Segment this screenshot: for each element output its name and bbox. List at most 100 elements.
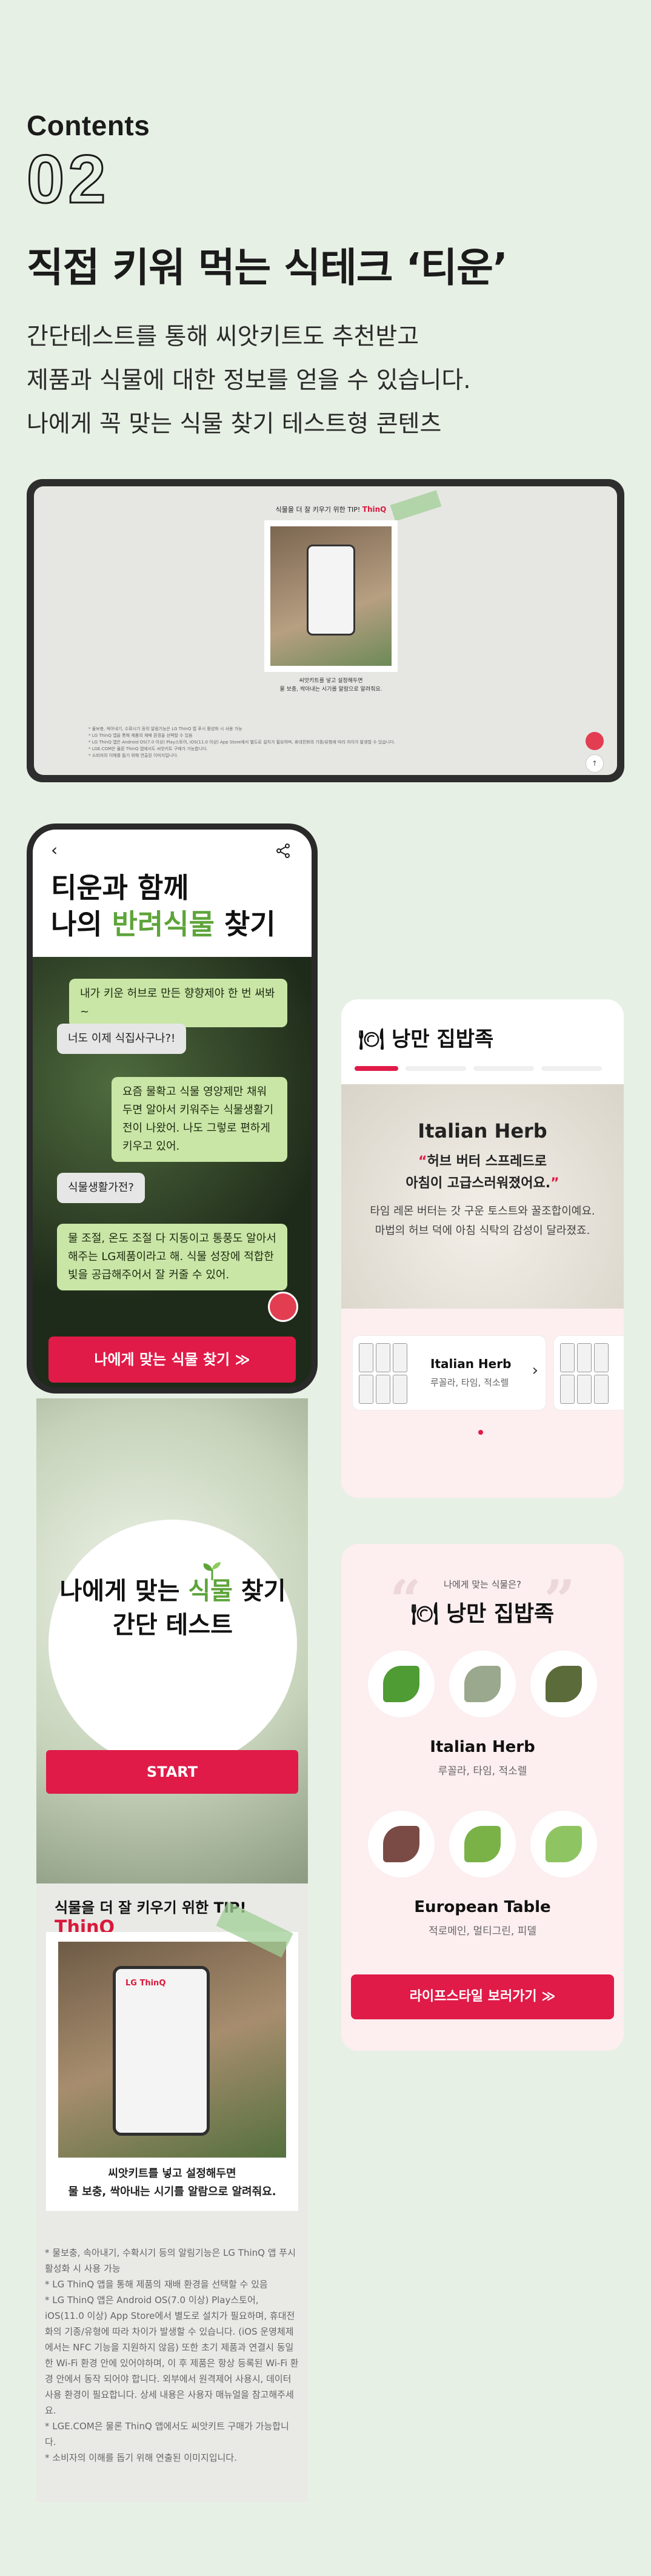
chat-area: 내가 키운 허브로 만든 향향제야 한 번 써봐~ 너도 이제 식집사구나?! … xyxy=(33,957,312,1387)
seed-kit-image xyxy=(577,1343,592,1372)
hand-phone-image: LG ThinQ xyxy=(58,1942,286,2158)
tablet-footnotes: * 물보충, 싹아내기, 수확시기 등의 알림기능은 LG ThinQ 앱 푸시… xyxy=(88,726,561,759)
test-title-line2: 간단 테스트 xyxy=(113,1611,233,1639)
caption-line: 물 보충, 싹아내는 시기를 알람으로 알려줘요. xyxy=(279,686,382,693)
title-part: 찾기 xyxy=(232,1577,286,1605)
phone-header: ‹ 티운과 함께 나의 반려식물 찾기 xyxy=(33,830,312,957)
phone-image: LG ThinQ xyxy=(113,1966,210,2136)
phone-title-line1: 티운과 함께 xyxy=(51,871,189,904)
footnote: * LG ThinQ 앱은 Android OS(7.0 이상) Play스토어… xyxy=(88,740,395,745)
test-circle xyxy=(48,1520,297,1768)
tablet-tip-photo xyxy=(264,520,398,672)
footnote: * LG ThinQ 앱을 통해 제품의 재배 환경을 선택할 수 있음 xyxy=(88,733,193,738)
caption-line: 씨앗키트를 넣고 설정해두면 xyxy=(108,2167,236,2180)
phone-logo: LG ThinQ xyxy=(125,1979,166,1988)
tips-footnotes: * 물보충, 속아내기, 수확시기 등의 알림기능은 LG ThinQ 앱 푸시… xyxy=(45,2245,299,2466)
description-line: 제품과 식물에 대한 정보를 얻을 수 있습니다. xyxy=(27,367,471,394)
group-name: European Table xyxy=(414,1898,551,1916)
caption-line: 물 보충, 싹아내는 시기를 알람으로 알려줘요. xyxy=(68,2185,276,2198)
result-description: 타임 레몬 버터는 갓 구운 토스트와 꿀조합이예요. 마법의 허브 덕에 아침… xyxy=(341,1202,624,1241)
chat-bubble-right: 내가 키운 허브로 만든 향향제야 한 번 써봐~ xyxy=(69,979,287,1027)
share-icon[interactable] xyxy=(275,843,291,859)
chat-bubble-right: 물 조절, 온도 조절 다 지동이고 통풍도 알아서 해주는 LG제품이라고 해… xyxy=(57,1224,287,1290)
footnote: * 소비자의 이해를 돕기 위해 연출된 이미지입니다. xyxy=(45,2452,237,2463)
tablet-tip-title: 식물을 더 잘 키우기 위한 TIP! ThinQ xyxy=(264,505,398,514)
product-card-next[interactable] xyxy=(553,1335,624,1410)
product-card[interactable]: Italian Herb 루꼴라, 타임, 적소렐 › xyxy=(352,1335,546,1410)
footnote: * 소비자의 이해를 돕기 위해 연출된 이미지입니다. xyxy=(88,753,178,758)
test-title: 나에게 맞는 식물 찾기 간단 테스트 xyxy=(48,1574,297,1642)
chat-bubble-left: 식물생활가전? xyxy=(57,1173,145,1203)
section-number: 02 xyxy=(26,141,110,217)
recommend-card: “ ” 나에게 맞는 식물은? 🍽 낭만 집밥족 Italian Herb 루꼴… xyxy=(341,1544,624,2051)
product-name: Italian Herb xyxy=(430,1357,512,1371)
tablet-tip-card: 식물을 더 잘 키우기 위한 TIP! ThinQ 씨앗키트를 넣고 설정해두면… xyxy=(264,505,398,694)
result-header: 🍽 낭만 집밥족 xyxy=(341,999,624,1084)
chat-bubble-right: 요즘 물확고 식물 영양제만 채워두면 알아서 키워주는 식물생활기전이 나왔어… xyxy=(112,1077,287,1162)
footnote: * LG ThinQ 앱은 Android OS(7.0 이상) Play스토어… xyxy=(45,2295,299,2416)
tips-title-text: 식물을 더 잘 키우기 위한 TIP! xyxy=(55,1899,247,1916)
group-name: Italian Herb xyxy=(430,1738,535,1756)
quote-mark: “ xyxy=(418,1154,427,1169)
result-title-text: 낭만 집밥족 xyxy=(392,1027,494,1052)
test-title-line1: 나에게 맞는 식물 찾기 xyxy=(48,1574,297,1608)
phone-screen: ‹ 티운과 함께 나의 반려식물 찾기 내가 키운 허브로 만든 향향제야 한 … xyxy=(33,830,312,1387)
herb-image-multigreen xyxy=(449,1811,516,1877)
title-highlight: 식물 xyxy=(188,1577,233,1605)
phone-image xyxy=(307,545,355,636)
start-button[interactable]: START xyxy=(46,1750,298,1794)
back-arrow-icon[interactable]: ‹ xyxy=(51,842,67,859)
quote-line1: “허브 버터 스프레드로 xyxy=(341,1151,624,1173)
progress-tab xyxy=(406,1066,466,1071)
seed-kit-image xyxy=(376,1375,390,1404)
fork-knife-icon: 🍽 xyxy=(358,1027,385,1052)
tips-caption: 씨앗키트를 넣고 설정해두면 물 보충, 싹아내는 시기를 알람으로 알려줘요. xyxy=(46,2165,298,2201)
quote-line2: 아침이 고급스러워졌어요.” xyxy=(341,1173,624,1195)
title-part: 나의 xyxy=(51,908,112,941)
carousel-dot[interactable] xyxy=(478,1430,483,1435)
footnote: * 물보충, 속아내기, 수확시기 등의 알림기능은 LG ThinQ 앱 푸시… xyxy=(45,2247,296,2274)
title-part: 나에게 맞는 xyxy=(59,1577,189,1605)
footnote: * 물보충, 싹아내기, 수확시기 등의 알림기능은 LG ThinQ 앱 푸시… xyxy=(88,726,242,731)
herb-image-red-romaine xyxy=(368,1811,435,1877)
title-part: 찾기 xyxy=(214,908,276,941)
simple-test-panel: 나에게 맞는 식물 찾기 간단 테스트 START xyxy=(36,1398,308,1883)
herb-image-thyme xyxy=(449,1651,516,1717)
seed-kit-image xyxy=(393,1343,407,1372)
recommend-title: 🍽 낭만 집밥족 xyxy=(341,1596,624,1628)
quote-text: 아침이 고급스러워졌어요. xyxy=(406,1176,551,1191)
description-line: 마법의 허브 덕에 아침 식탁의 감성이 달라졌죠. xyxy=(375,1224,590,1237)
tablet-tip-title-text: 식물을 더 잘 키우기 위한 TIP! xyxy=(275,506,361,514)
tips-card: 식물을 더 잘 키우기 위한 TIP! ThinQ LG ThinQ 씨앗키트를… xyxy=(36,1883,308,2502)
seed-kit-image xyxy=(560,1375,575,1404)
find-plant-button[interactable]: 나에게 맞는 식물 찾기 ≫ xyxy=(48,1337,296,1383)
result-herb-name: Italian Herb xyxy=(418,1119,547,1142)
seed-kit-image xyxy=(376,1343,390,1372)
tablet-tip-caption: 씨앗키트를 넣고 설정해두면 물 보충, 싹아내는 시기를 알람으로 알려줘요. xyxy=(264,677,398,694)
phone-mockup: ‹ 티운과 함께 나의 반려식물 찾기 내가 키운 허브로 만든 향향제야 한 … xyxy=(27,823,318,1394)
footnote: * LGE.COM은 물론 ThinQ 앱에서도 씨앗키트 구매가 가능합니다. xyxy=(45,2421,289,2447)
scroll-top-button[interactable]: ↑ xyxy=(586,754,604,773)
quote-text: 허브 버터 스프레드로 xyxy=(427,1154,547,1169)
seed-kit-image xyxy=(393,1375,407,1404)
chat-fab-button[interactable] xyxy=(586,732,604,750)
decorative-tape xyxy=(390,490,442,522)
footnote: * LG ThinQ 앱을 통해 제품의 재배 환경을 선택할 수 있음 xyxy=(45,2279,268,2290)
product-carousel: Italian Herb 루꼴라, 타임, 적소렐 › xyxy=(341,1309,624,1498)
result-quote: “허브 버터 스프레드로 아침이 고급스러워졌어요.” xyxy=(341,1151,624,1195)
tablet-screen: 식물을 더 잘 키우기 위한 TIP! ThinQ 씨앗키트를 넣고 설정해두면… xyxy=(34,486,617,775)
recommend-title-text: 낭만 집밥족 xyxy=(446,1602,555,1626)
description-line: 타임 레몬 버터는 갓 구운 토스트와 꿀조합이예요. xyxy=(370,1205,595,1218)
result-title: 🍽 낭만 집밥족 xyxy=(358,1022,493,1052)
herb-image-sorrel xyxy=(530,1651,597,1717)
chat-fab-button[interactable] xyxy=(268,1292,298,1322)
chevron-right-icon[interactable]: › xyxy=(532,1361,538,1380)
group-sub: 적로메인, 멀티그린, 피델 xyxy=(428,1925,536,1937)
phone-title-line2: 나의 반려식물 찾기 xyxy=(51,906,276,942)
progress-tab-active xyxy=(355,1066,398,1071)
thinq-logo: ThinQ xyxy=(362,505,387,514)
hand-phone-image xyxy=(270,526,392,666)
result-progress-tabs xyxy=(355,1066,610,1071)
lifestyle-button[interactable]: 라이프스타일 보러가기 ≫ xyxy=(351,1974,614,2019)
result-hero-image xyxy=(341,1084,624,1309)
